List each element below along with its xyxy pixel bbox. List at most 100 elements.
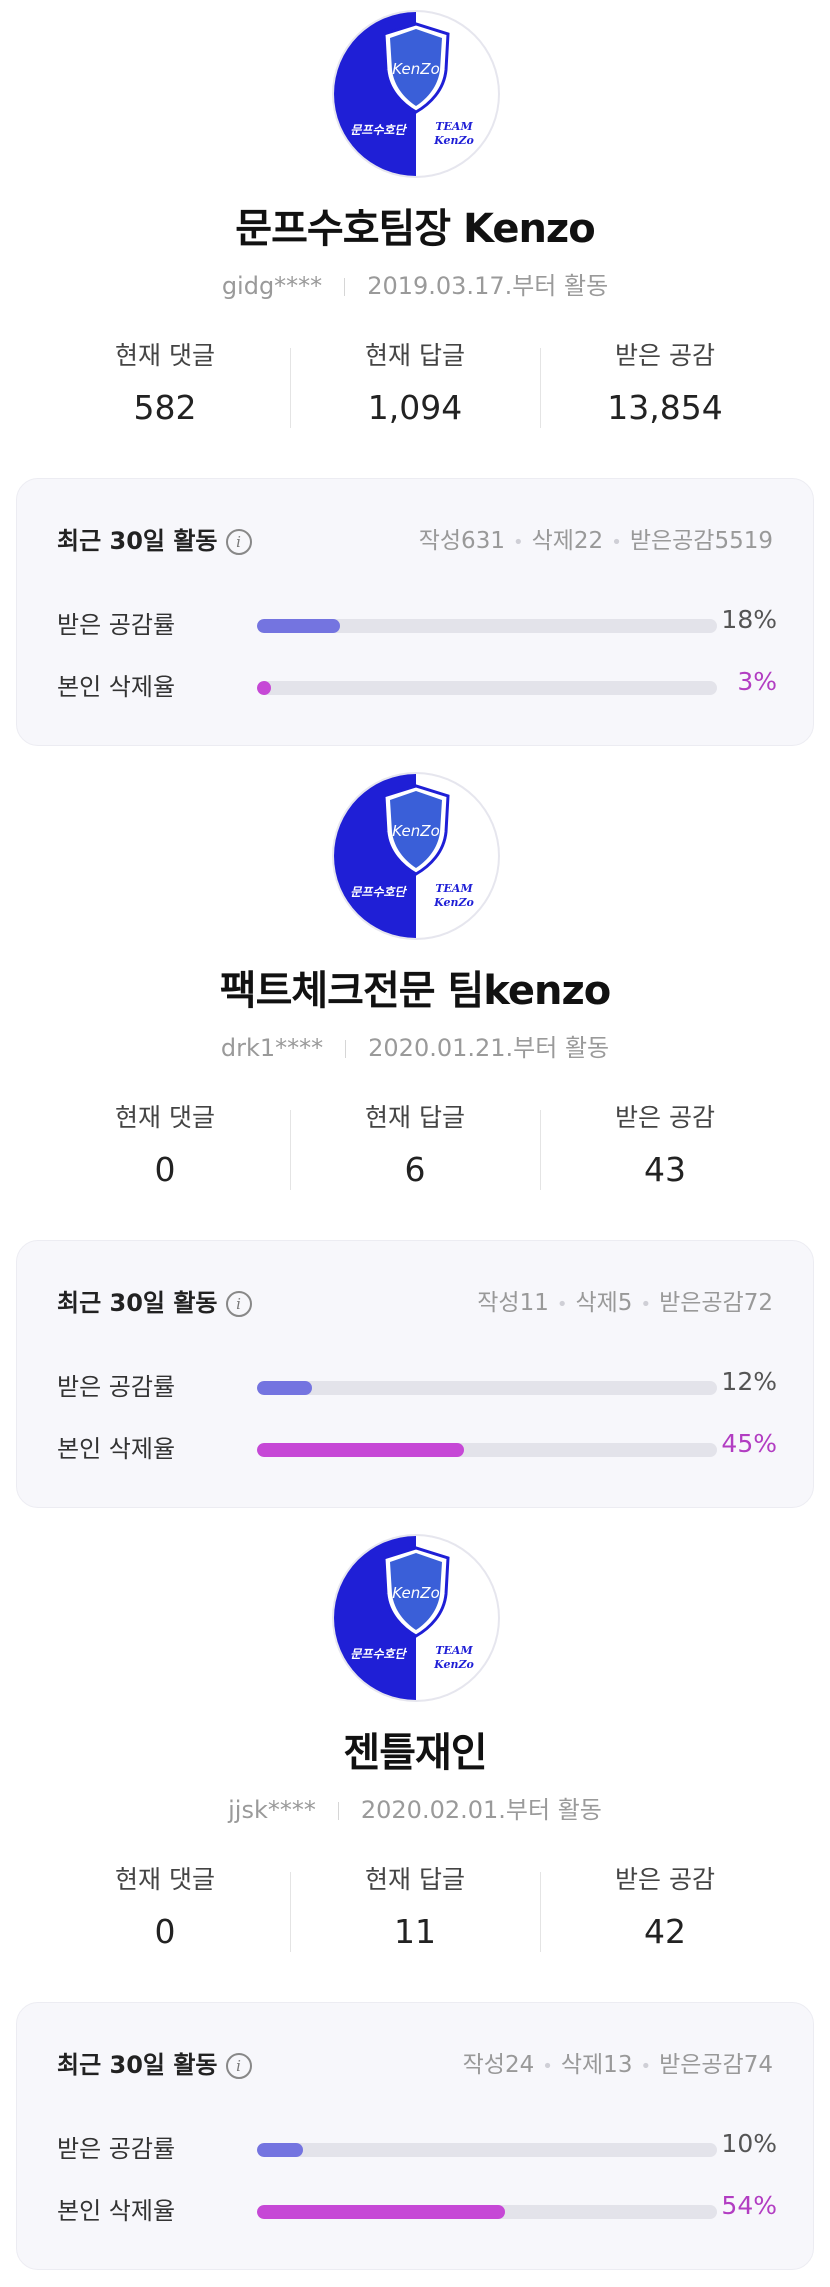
- delete-rate-value: 3%: [737, 667, 777, 696]
- activity-summary: 작성11 • 삭제5 • 받은공감72: [477, 1283, 773, 1317]
- like-rate-label: 받은 공감률: [57, 2135, 176, 2163]
- activity-title: 최근 30일 활동: [57, 527, 218, 555]
- profile-meta: gidg**** 2019.03.17.부터 활동: [0, 266, 830, 301]
- stat-comments[interactable]: 현재 댓글 0: [40, 1854, 290, 1964]
- delete-rate-fill: [257, 681, 271, 695]
- dot-separator: •: [640, 1294, 652, 1315]
- team-kenzo-logo: KenZo 문프수호단 TEAM KenZo: [334, 12, 474, 176]
- active-since: 2019.03.17.부터 활동: [367, 272, 609, 300]
- activity-summary: 작성24 • 삭제13 • 받은공감74: [463, 2045, 773, 2079]
- profile-meta: jjsk**** 2020.02.01.부터 활동: [0, 1790, 830, 1825]
- stat-value: 1,094: [367, 388, 463, 427]
- stat-value: 13,854: [607, 388, 723, 427]
- written-count: 작성24: [462, 2052, 535, 2078]
- svg-text:KenZo: KenZo: [392, 822, 440, 840]
- dot-separator: •: [611, 532, 622, 553]
- user-id: jjsk****: [228, 1796, 316, 1824]
- received-likes-count: 받은공감72: [659, 1290, 773, 1316]
- stat-likes[interactable]: 받은 공감 13,854: [540, 330, 790, 440]
- stats-row: 현재 댓글 0 현재 답글 6 받은 공감 43: [40, 1092, 790, 1202]
- profile-name: 젠틀재인: [343, 1730, 487, 1776]
- avatar[interactable]: KenZo 문프수호단 TEAM KenZo: [334, 12, 498, 176]
- stats-row: 현재 댓글 0 현재 답글 11 받은 공감 42: [40, 1854, 790, 1964]
- like-rate-bar: [257, 2143, 717, 2157]
- stat-likes[interactable]: 받은 공감 43: [540, 1092, 790, 1202]
- like-rate-value: 12%: [721, 1367, 777, 1396]
- delete-rate-value: 45%: [721, 1429, 777, 1458]
- avatar[interactable]: KenZo 문프수호단 TEAM KenZo: [334, 774, 498, 938]
- stat-label: 받은 공감: [615, 1865, 715, 1894]
- stat-replies[interactable]: 현재 답글 11: [290, 1854, 540, 1964]
- profile-name: 문프수호팀장 Kenzo: [235, 206, 595, 252]
- activity-header: 최근 30일 활동 i 작성11 • 삭제5 • 받은공감72: [57, 1283, 773, 1323]
- deleted-count: 삭제22: [531, 528, 604, 554]
- stat-likes[interactable]: 받은 공감 42: [540, 1854, 790, 1964]
- user-id: drk1****: [220, 1034, 324, 1062]
- dot-separator: •: [556, 1294, 568, 1315]
- written-count: 작성11: [477, 1290, 549, 1316]
- info-icon[interactable]: i: [225, 1291, 252, 1317]
- svg-text:KenZo: KenZo: [433, 1658, 474, 1671]
- stat-comments[interactable]: 현재 댓글 0: [40, 1092, 290, 1202]
- svg-text:KenZo: KenZo: [392, 1584, 440, 1602]
- stat-comments[interactable]: 현재 댓글 582: [40, 330, 290, 440]
- profile-card: KenZo 문프수호단 TEAM KenZo 젠틀재인 jjsk**** 2020…: [0, 1524, 830, 2286]
- delete-rate-row: 본인 삭제율 54%: [57, 2191, 777, 2231]
- stat-value: 0: [154, 1912, 176, 1951]
- delete-rate-fill: [257, 1443, 464, 1457]
- stat-value: 582: [133, 388, 197, 427]
- svg-text:TEAM: TEAM: [435, 120, 473, 133]
- stat-label: 현재 답글: [365, 1103, 465, 1132]
- profile-meta: drk1**** 2020.01.21.부터 활동: [0, 1028, 830, 1063]
- like-rate-value: 10%: [721, 2129, 777, 2158]
- svg-text:KenZo: KenZo: [392, 60, 440, 78]
- stat-value: 43: [644, 1150, 686, 1189]
- divider: [344, 278, 346, 296]
- svg-text:문프수호단: 문프수호단: [350, 123, 407, 137]
- received-likes-count: 받은공감5519: [629, 528, 773, 554]
- activity-title: 최근 30일 활동: [57, 1289, 218, 1317]
- delete-rate-bar: [257, 1443, 717, 1457]
- stat-value: 11: [394, 1912, 436, 1951]
- like-rate-row: 받은 공감률 12%: [57, 1367, 777, 1407]
- stat-value: 0: [154, 1150, 176, 1189]
- stat-label: 현재 답글: [365, 1865, 465, 1894]
- stat-label: 현재 댓글: [115, 1865, 215, 1894]
- stat-value: 6: [404, 1150, 426, 1189]
- activity-card: 최근 30일 활동 i 작성11 • 삭제5 • 받은공감72 받은 공감률 12% 본인…: [16, 1240, 814, 1508]
- stat-value: 42: [644, 1912, 686, 1951]
- divider: [345, 1040, 347, 1058]
- user-id: gidg****: [221, 272, 323, 300]
- like-rate-value: 18%: [721, 605, 777, 634]
- dot-separator: •: [640, 2056, 652, 2077]
- stat-replies[interactable]: 현재 답글 1,094: [290, 330, 540, 440]
- activity-title: 최근 30일 활동: [57, 2051, 218, 2079]
- stat-replies[interactable]: 현재 답글 6: [290, 1092, 540, 1202]
- profile-list: KenZo 문프수호단 TEAM KenZo 문프수호팀장 Kenzo gidg…: [0, 0, 830, 2286]
- active-since: 2020.01.21.부터 활동: [368, 1034, 610, 1062]
- activity-header: 최근 30일 활동 i 작성631 • 삭제22 • 받은공감5519: [57, 521, 773, 561]
- active-since: 2020.02.01.부터 활동: [360, 1796, 602, 1824]
- info-icon[interactable]: i: [225, 2053, 252, 2079]
- dot-separator: •: [512, 532, 524, 553]
- divider: [337, 1802, 339, 1820]
- stat-label: 받은 공감: [615, 1103, 715, 1132]
- stat-label: 받은 공감: [615, 341, 715, 370]
- info-icon[interactable]: i: [225, 529, 252, 555]
- profile-card: KenZo 문프수호단 TEAM KenZo 문프수호팀장 Kenzo gidg…: [0, 0, 830, 762]
- stat-label: 현재 댓글: [115, 1103, 215, 1132]
- like-rate-label: 받은 공감률: [57, 611, 176, 639]
- stat-label: 현재 답글: [365, 341, 465, 370]
- avatar[interactable]: KenZo 문프수호단 TEAM KenZo: [334, 1536, 498, 1700]
- like-rate-row: 받은 공감률 18%: [57, 605, 777, 645]
- like-rate-fill: [257, 1381, 313, 1395]
- delete-rate-label: 본인 삭제율: [57, 2197, 176, 2225]
- received-likes-count: 받은공감74: [659, 2052, 773, 2078]
- activity-card: 최근 30일 활동 i 작성24 • 삭제13 • 받은공감74 받은 공감률 10% 본…: [16, 2002, 814, 2270]
- svg-text:KenZo: KenZo: [433, 134, 474, 147]
- stat-label: 현재 댓글: [115, 341, 215, 370]
- like-rate-row: 받은 공감률 10%: [57, 2129, 777, 2169]
- deleted-count: 삭제5: [575, 1290, 633, 1316]
- activity-card: 최근 30일 활동 i 작성631 • 삭제22 • 받은공감5519 받은 공감률 18…: [16, 478, 814, 746]
- delete-rate-label: 본인 삭제율: [57, 673, 176, 701]
